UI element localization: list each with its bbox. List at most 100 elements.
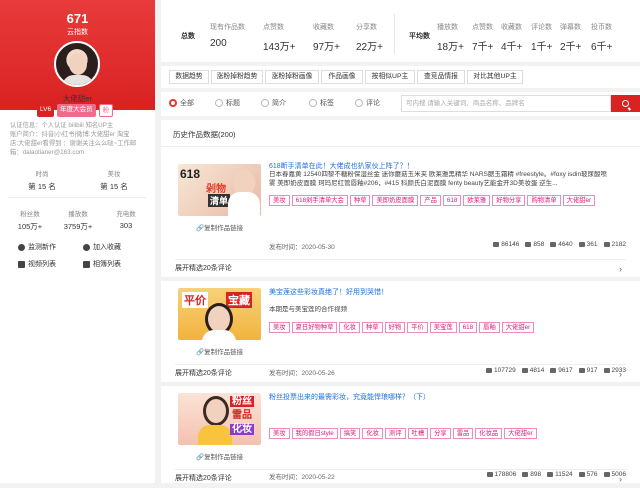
tag[interactable]: 好物分享 <box>492 195 526 206</box>
profile-info: 认证信息：个人认证 bilibili 知名UP主 账户简介：抖音|小红书|微博:… <box>10 121 150 157</box>
tag[interactable]: 好物 <box>384 322 406 333</box>
thumbnail-text: 粉丝 <box>230 396 254 407</box>
filter-label: 标签 <box>320 100 334 107</box>
tag[interactable]: 美妆 <box>269 322 290 333</box>
user-name: 大佬甜er <box>62 94 93 103</box>
post-date: 发布时间：2020-05-30 <box>269 244 335 251</box>
chevron-right-icon: › <box>619 369 622 379</box>
copy-link-label: 复制作品链接 <box>204 454 244 461</box>
expand-label: 展开精选20条评论 <box>175 475 232 482</box>
filter-option-tag[interactable]: 标签 <box>309 98 334 108</box>
stat-label: 时尚 <box>35 171 49 178</box>
video-list-button[interactable]: 视频列表 <box>18 259 83 269</box>
tab-work-portrait[interactable]: 作品画像 <box>321 70 363 84</box>
info-line: 箱：dalaotianer@163.com <box>10 149 85 156</box>
stat-value: 1千+ <box>531 42 553 53</box>
copy-link-button[interactable]: 🔗复制作品链接 <box>196 346 243 356</box>
filter-label: 评论 <box>366 100 380 107</box>
tab-fan-portrait[interactable]: 涨粉掉粉画像 <box>265 70 319 84</box>
favorite-icon <box>550 242 557 247</box>
post-thumbnail[interactable]: 618 剁物 清单 <box>178 164 261 216</box>
tag[interactable]: 平价 <box>407 322 428 333</box>
stat-value: 第 15 名 <box>28 182 56 191</box>
vip-badge: 年度大会员 <box>57 104 96 117</box>
tag[interactable]: 化妆 <box>339 322 360 333</box>
tag[interactable]: 化妆品 <box>475 428 503 439</box>
stat-col: 投币数 6千+ <box>591 22 612 53</box>
post-title[interactable]: 粉丝投票出来的最需彩妆，究竟能悍琅哪样？（下） <box>269 392 430 402</box>
post-description: 本期是与美宝莲的合作视频 <box>269 306 347 313</box>
tag[interactable]: 搞笑 <box>339 428 361 439</box>
action-label: 监测新作 <box>28 244 56 251</box>
stat-value: 第 15 名 <box>100 182 128 191</box>
tag[interactable]: 美妆 <box>269 195 290 206</box>
tag[interactable]: 美宝莲 <box>429 322 457 333</box>
comment-count: 361 <box>578 241 598 248</box>
add-favorite-button[interactable]: 加入收藏 <box>83 242 148 252</box>
tag[interactable]: 测评 <box>384 428 406 439</box>
search-input[interactable]: 可内搜 请输入关键词、商品名称、品牌名 <box>401 95 611 112</box>
action-label: 相簿列表 <box>93 261 121 268</box>
filter-option-comment[interactable]: 评论 <box>355 98 380 108</box>
tag-list: 美妆 我的假日style 搞笑 化妆 测评 吐槽 分享 雷品 化妆品 大佬甜er <box>269 428 624 439</box>
search-button[interactable] <box>611 95 640 112</box>
stat-value: 143万+ <box>263 42 296 53</box>
person-graphic <box>208 306 230 332</box>
monitor-button[interactable]: 监测新作 <box>18 242 83 252</box>
tag[interactable]: 618 <box>442 195 462 206</box>
expand-comments-button[interactable]: 展开精选20条评论 › <box>175 259 626 277</box>
tag[interactable]: 618剁手清单大会 <box>291 195 348 206</box>
expand-comments-button[interactable]: 展开精选20条评论 › <box>175 469 626 487</box>
stat-cell: 粉丝数 105万+ <box>6 208 54 232</box>
post-title[interactable]: 美宝莲这些彩妆真绝了！好用到哭惜！ <box>269 287 388 297</box>
plus-circle-icon <box>83 243 90 251</box>
copy-link-button[interactable]: 🔗复制作品链接 <box>196 222 243 232</box>
tab-competitor[interactable]: 查竞品情报 <box>417 70 465 84</box>
stat-col: 收藏数 4千+ <box>501 22 522 53</box>
stat-col: 播放数 18万+ <box>437 22 464 53</box>
tab-fan-trend[interactable]: 涨粉掉粉趋势 <box>211 70 263 84</box>
post-thumbnail[interactable]: 粉丝 雷品 化妆 <box>178 393 261 445</box>
tag[interactable]: 夏日好物种草 <box>291 322 338 333</box>
analysis-tabs: 数据趋势 涨粉掉粉趋势 涨粉掉粉画像 作品画像 按相似UP主 查竞品情报 对比其… <box>161 66 640 88</box>
tag[interactable]: 购物清单 <box>527 195 561 206</box>
stat-label: 分享数 <box>356 24 377 31</box>
copy-link-button[interactable]: 🔗复制作品链接 <box>196 451 243 461</box>
tag[interactable]: 唇釉 <box>479 322 500 333</box>
tag[interactable]: 化妆 <box>362 428 383 439</box>
tag[interactable]: 种草 <box>361 322 383 333</box>
tab-compare[interactable]: 对比其他UP主 <box>467 70 523 84</box>
tag[interactable]: 雷品 <box>452 428 474 439</box>
tag[interactable]: 美妆 <box>269 428 290 439</box>
tab-data-trend[interactable]: 数据趋势 <box>169 70 209 84</box>
tag[interactable]: 618 <box>458 322 478 333</box>
profile-panel: 671 云指数 大佬甜er LV6 年度大会员 粉 认证信息：个人认证 bili… <box>0 0 155 483</box>
chevron-right-icon: › <box>619 474 622 484</box>
radio-icon <box>309 99 317 107</box>
expand-comments-button[interactable]: 展开精选20条评论 › <box>175 364 626 382</box>
stat-label: 播放数 <box>437 24 458 31</box>
link-icon: 🔗 <box>196 454 205 461</box>
tag[interactable]: 种草 <box>349 195 371 206</box>
tag[interactable]: 大佬甜er <box>562 195 596 206</box>
tag[interactable]: 欧莱雅 <box>463 195 491 206</box>
post-title[interactable]: 618断手清单在此！大佬成也扒家伙上阵了？！ <box>269 161 414 171</box>
tab-similar-up[interactable]: 按相似UP主 <box>365 70 415 84</box>
tag[interactable]: 分享 <box>430 428 451 439</box>
copy-link-label: 复制作品链接 <box>204 225 244 232</box>
filter-option-desc[interactable]: 简介 <box>261 98 286 108</box>
tag[interactable]: 吐槽 <box>407 428 429 439</box>
album-list-button[interactable]: 相簿列表 <box>83 259 148 269</box>
post-thumbnail[interactable]: 平价 宝藏 <box>178 288 261 340</box>
stat-col: 点赞数 143万+ <box>263 22 296 53</box>
stat-cell: 时尚第 15 名 <box>6 168 78 192</box>
tag[interactable]: 美即奶皮面膜 <box>372 195 419 206</box>
filter-option-title[interactable]: 标题 <box>215 98 240 108</box>
filter-option-all[interactable]: 全部 <box>169 98 194 108</box>
tag[interactable]: 产品 <box>420 195 441 206</box>
tag[interactable]: 我的假日style <box>291 428 338 439</box>
tag[interactable]: 大佬甜er <box>501 322 535 333</box>
tag[interactable]: 大佬甜er <box>504 428 537 439</box>
avatar[interactable] <box>54 41 100 87</box>
link-icon: 🔗 <box>196 225 205 232</box>
